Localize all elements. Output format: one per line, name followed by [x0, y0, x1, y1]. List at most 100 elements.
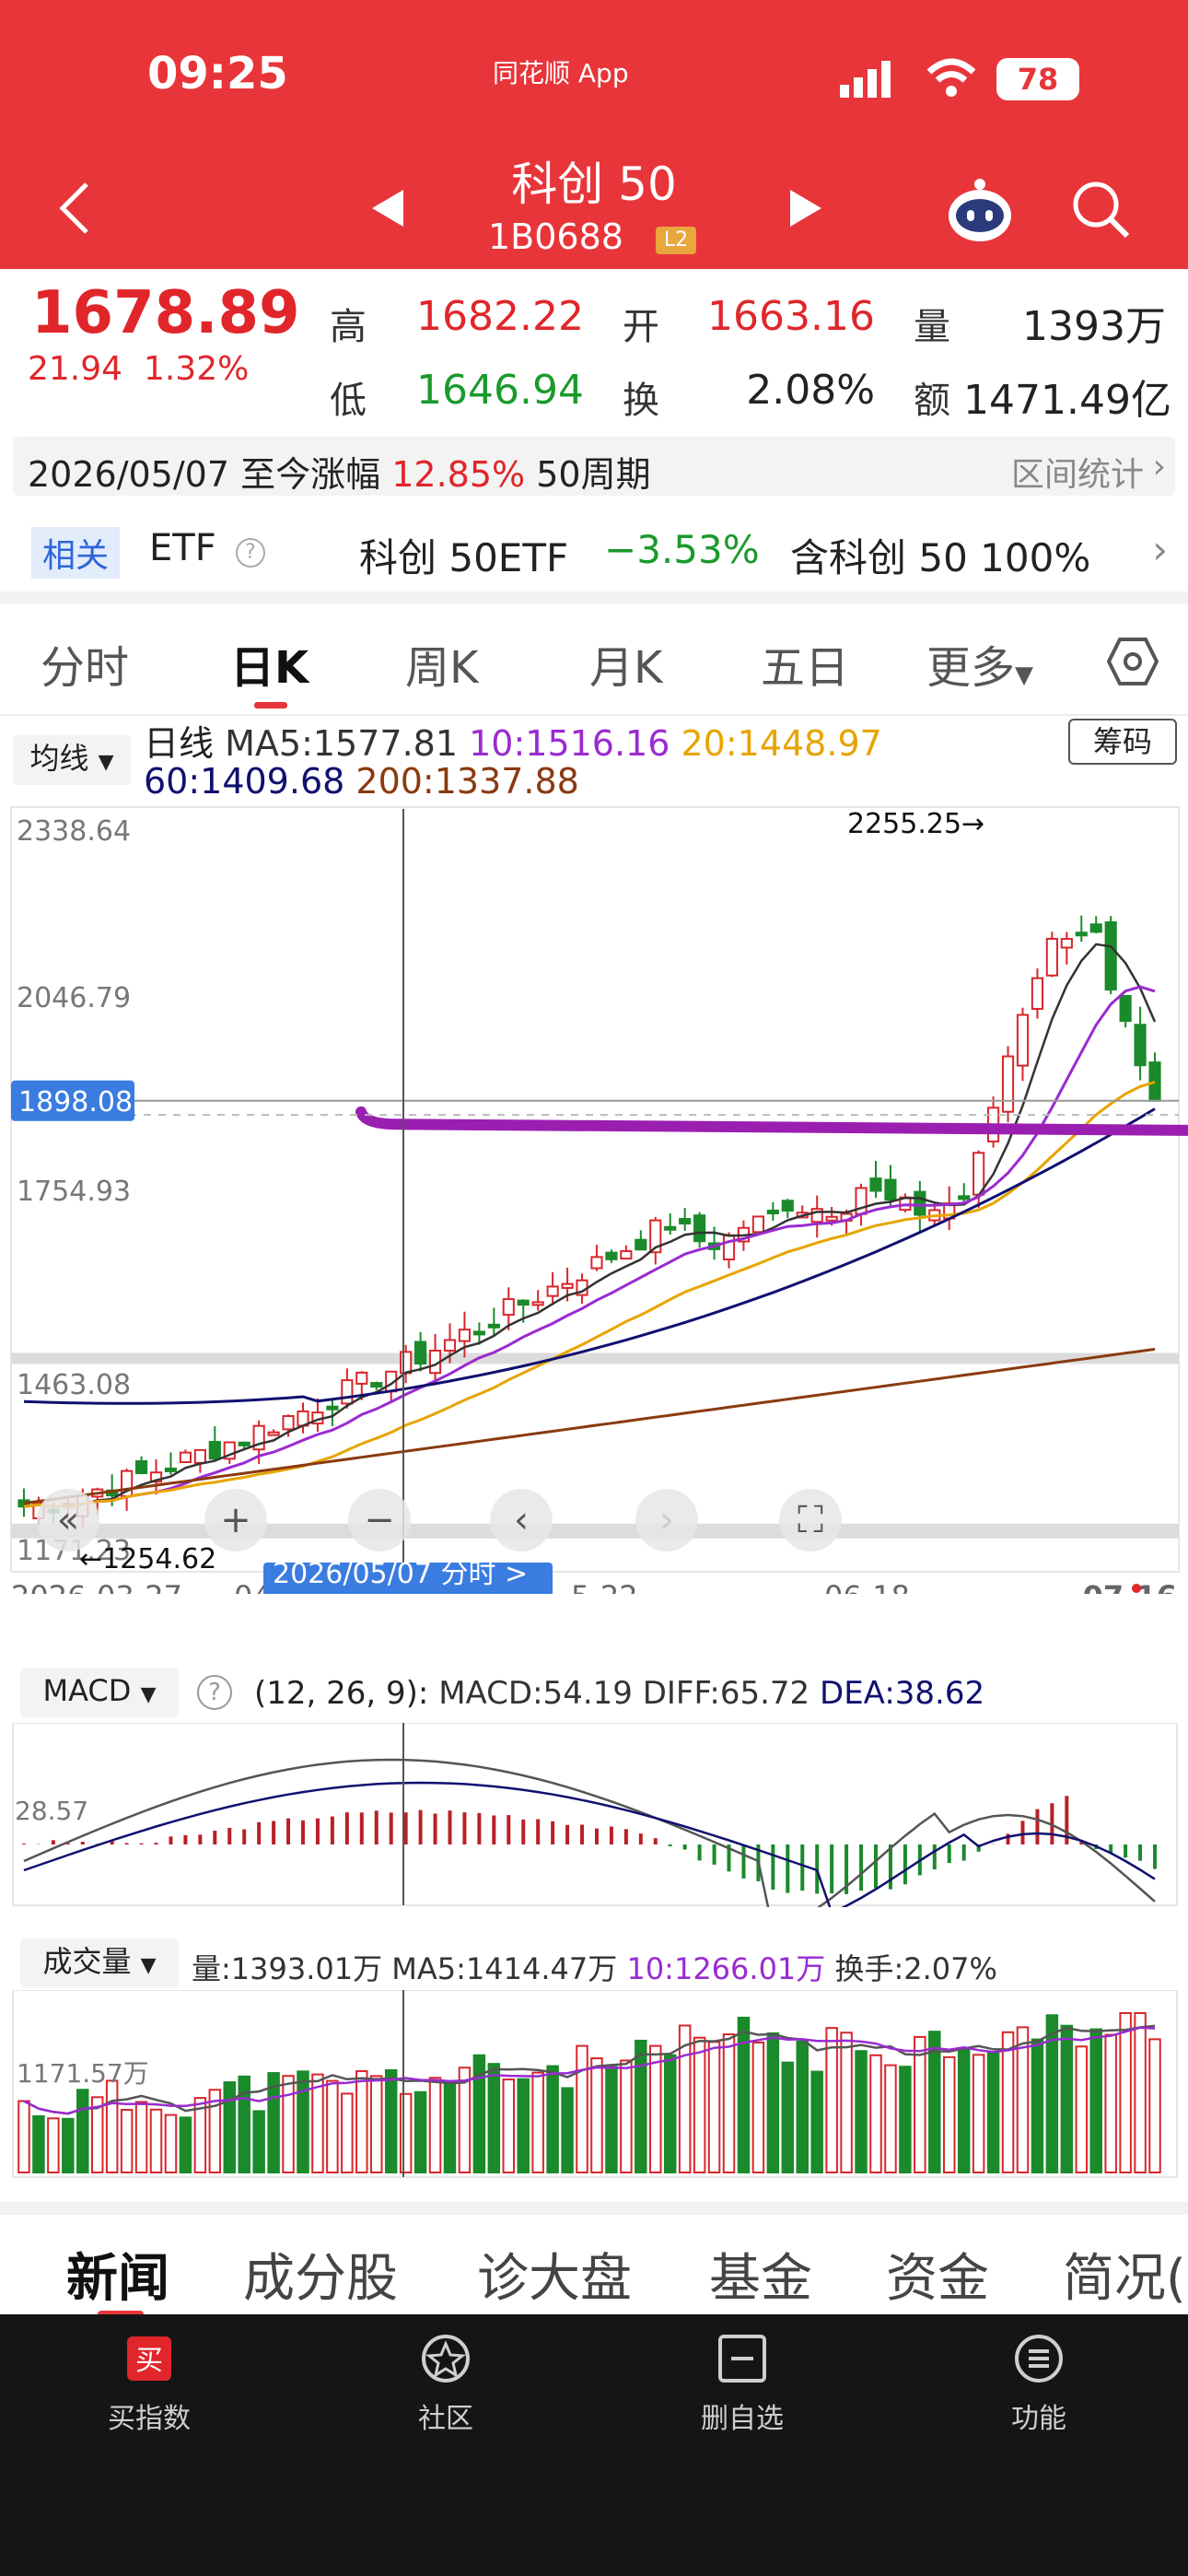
tab-more[interactable]: 更多▼ — [926, 631, 1033, 696]
period-date: 2026/05/07 — [28, 454, 230, 495]
volume-bar-down — [1031, 2038, 1044, 2174]
period-summary: 2026/05/07 至今涨幅 12.85% 50周期 — [28, 446, 651, 497]
low-label: 低 — [330, 380, 367, 422]
candle-down — [958, 1195, 971, 1200]
volume-bar-up — [1075, 2045, 1089, 2174]
etf-pct: −3.53% — [604, 527, 760, 572]
volume-bar-down — [487, 2063, 501, 2173]
tab-fund[interactable]: 基金 — [709, 2237, 812, 2312]
candle-up — [751, 1215, 764, 1234]
volume-legend: 量:1393.01万 MA5:1414.47万 10:1266.01万 换手:2… — [192, 1946, 997, 1988]
current-level-label: 1898.08 — [18, 1086, 133, 1118]
current-price: 1678.89 — [31, 279, 300, 347]
candle-up — [179, 1451, 192, 1464]
range-stats-link[interactable]: 区间统计 — [1011, 448, 1144, 496]
dock-label: 删自选 — [701, 2403, 784, 2435]
macd-dropdown[interactable]: MACD ▼ — [20, 1668, 179, 1717]
etf-name: 科创 50ETF — [359, 535, 569, 580]
tab-weekly-k[interactable]: 周K — [405, 631, 478, 696]
tab-capital[interactable]: 资金 — [886, 2237, 989, 2312]
volume-bar-up — [164, 2113, 178, 2173]
active-tab-indicator — [254, 702, 287, 708]
macd-chart[interactable]: 28.57 — [0, 1723, 1188, 1907]
help-icon[interactable]: ? — [236, 538, 265, 568]
min-price-label: ←1254.62 — [79, 1543, 216, 1575]
x-tick-label: 06-18 — [824, 1579, 910, 1594]
volume-bar-up — [326, 2079, 339, 2173]
wifi-icon — [926, 58, 976, 97]
volume-bar-up — [972, 2054, 985, 2173]
dock-functions[interactable]: 功能 — [965, 2331, 1112, 2436]
change-value: 21.94 — [28, 350, 123, 388]
dock-remove-watchlist[interactable]: 删自选 — [669, 2331, 816, 2436]
candle-down — [766, 1209, 779, 1214]
robot-assistant-icon[interactable] — [945, 175, 1015, 245]
macd-help-icon[interactable]: ? — [197, 1675, 232, 1710]
indicator-dropdown[interactable]: 均线 ▼ — [13, 735, 131, 785]
ma10-value: 10:1516.16 — [469, 723, 670, 764]
volume-bar-up — [105, 2079, 119, 2173]
ma200-value: 200:1337.88 — [355, 761, 579, 802]
volume-bar-down — [179, 2116, 192, 2173]
candle-down — [487, 1323, 500, 1329]
volume-bar-up — [502, 2078, 516, 2173]
volume-bar-down — [223, 2081, 236, 2173]
related-etf-row[interactable]: 相关 ETF ? 科创 50ETF −3.53% 含科创 50 100% › — [0, 505, 1188, 604]
tab-diagnosis[interactable]: 诊大盘 — [477, 2237, 632, 2312]
tab-daily-k[interactable]: 日K — [230, 631, 309, 696]
chart-control-glyph: − — [364, 1499, 395, 1541]
tab-intraday[interactable]: 分时 — [41, 631, 129, 696]
tab-monthly-k[interactable]: 月K — [589, 631, 662, 696]
dock-label: 功能 — [1011, 2403, 1066, 2435]
volume-bar-up — [341, 2092, 354, 2173]
turnover-value: 2.08% — [746, 367, 875, 414]
volume-bar-down — [517, 2078, 530, 2173]
app-root: 09:25 同花顺 App 78 科创 50 1B0688 L2 1678.89… — [0, 0, 1188, 2576]
volume-bar-up — [1104, 2033, 1117, 2173]
signal-icon — [840, 61, 891, 98]
tab-constituents[interactable]: 成分股 — [243, 2237, 398, 2312]
settings-hexagon-icon[interactable] — [1107, 636, 1159, 687]
tab-news[interactable]: 新闻 — [66, 2237, 169, 2312]
buy-icon: 买 — [127, 2336, 171, 2381]
volume-chart[interactable]: 1171.57万 — [0, 1990, 1188, 2179]
ma-legend-row2: 60:1409.68 200:1337.88 — [144, 761, 579, 802]
candle-down — [664, 1225, 677, 1231]
max-price-label: 2255.25→ — [847, 808, 984, 840]
chevron-right-icon: › — [1152, 527, 1168, 572]
volume-bar-down — [76, 2089, 89, 2173]
candle-up — [400, 1351, 413, 1375]
chart-control-glyph: « — [57, 1499, 79, 1541]
high-value: 1682.22 — [416, 293, 584, 340]
amount-value: 1471.49亿 — [963, 377, 1171, 424]
volume-dropdown[interactable]: 成交量 ▼ — [20, 1938, 179, 1988]
volume-amount: 量:1393.01万 — [192, 1951, 383, 1986]
volume-bar-up — [649, 2044, 662, 2173]
turnover-label: 换 — [623, 380, 659, 422]
volume-bar-down — [32, 2114, 45, 2174]
candle-up — [458, 1329, 472, 1342]
dock-buy-index[interactable]: 买 买指数 — [76, 2331, 223, 2436]
macd-params: (12, 26, 9): — [254, 1675, 429, 1712]
battery-indicator: 78 — [996, 58, 1079, 100]
volume-bar-up — [149, 2108, 163, 2174]
etf-label: ETF — [149, 527, 216, 569]
volume-bar-up — [576, 2044, 588, 2173]
level2-badge: L2 — [656, 227, 696, 254]
volume-bar-up — [943, 2055, 956, 2173]
volume-bar-down — [810, 2070, 823, 2173]
candle-down — [914, 1190, 926, 1216]
volume-bar-up — [428, 2077, 442, 2173]
macd-y-tick: 28.57 — [15, 1796, 88, 1826]
kline-chart[interactable]: 2338.642046.791754.931463.081171.231898.… — [0, 802, 1188, 1594]
search-icon[interactable] — [1070, 179, 1131, 240]
tab-five-day[interactable]: 五日 — [761, 631, 849, 696]
chip-button[interactable]: 筹码 — [1068, 719, 1177, 765]
volume-label: 量 — [914, 306, 950, 348]
next-stock-icon[interactable] — [790, 190, 821, 227]
period-stats-bar[interactable]: 2026/05/07 至今涨幅 12.85% 50周期 区间统计 › — [13, 437, 1175, 496]
candle-down — [635, 1238, 647, 1251]
tab-overview[interactable]: 简况( — [1063, 2237, 1186, 2312]
dock-community[interactable]: 社区 — [372, 2331, 519, 2436]
candle-down — [414, 1341, 427, 1365]
